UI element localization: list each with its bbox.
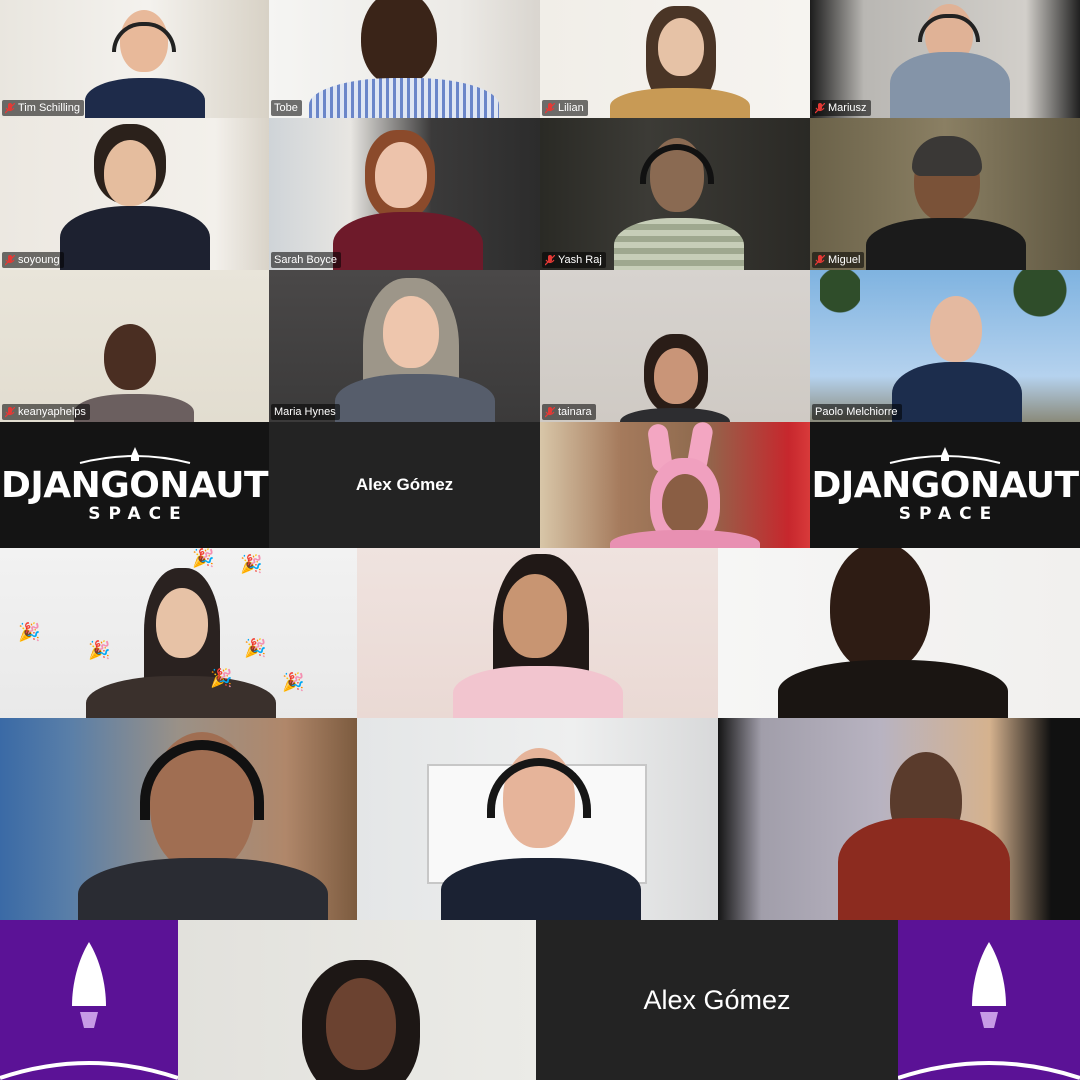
video-feed <box>718 718 1080 920</box>
participant-name-tag: Paolo Melchiorre <box>812 404 902 420</box>
participant-name-tag: tainara <box>542 404 596 420</box>
party-popper-icon: 🎉 <box>210 668 233 688</box>
party-popper-icon: 🎉 <box>88 640 111 660</box>
video-feed <box>178 920 536 1080</box>
mic-muted-icon <box>545 102 555 113</box>
participant-name: soyoung <box>18 254 60 266</box>
video-tile-soyoung[interactable]: soyoung <box>0 118 269 270</box>
video-feed <box>357 548 718 718</box>
brand-tile-purple-left <box>0 920 178 1080</box>
video-feed <box>269 118 540 270</box>
mic-muted-icon <box>5 102 15 113</box>
participant-name: Yash Raj <box>558 254 602 266</box>
rocket-icon <box>79 447 190 464</box>
participant-name: Mariusz <box>828 102 867 114</box>
video-tile-bunny-hood[interactable] <box>540 422 810 548</box>
participant-name-tag: Maria Hynes <box>271 404 340 420</box>
video-feed <box>269 270 540 422</box>
participant-name-tag: soyoung <box>2 252 64 268</box>
video-feed <box>269 0 540 118</box>
video-feed <box>718 548 1080 718</box>
purple-brand-panel <box>898 920 1080 1080</box>
mic-muted-icon <box>815 254 825 265</box>
party-popper-icon: 🎉 <box>244 638 267 658</box>
participant-name: Tim Schilling <box>18 102 80 114</box>
video-tile-paolo-melchiorre[interactable]: Paolo Melchiorre <box>810 270 1080 422</box>
mic-muted-icon <box>545 254 555 265</box>
participant-name-tag: Tobe <box>271 100 302 116</box>
mic-muted-icon <box>545 406 555 417</box>
participant-name-center: Alex Gómez <box>355 475 454 494</box>
video-tile-tim-schilling[interactable]: Tim Schilling <box>0 0 269 118</box>
video-tile-mariusz[interactable]: Mariusz <box>810 0 1080 118</box>
video-tile-lilian[interactable]: Lilian <box>540 0 810 118</box>
video-tile-tim-large[interactable] <box>357 718 718 920</box>
mic-muted-icon <box>815 102 825 113</box>
participant-name: Miguel <box>828 254 861 266</box>
video-tile-alex-gomez-off[interactable]: Alex Gómez <box>269 422 540 548</box>
mic-muted-icon <box>5 406 15 417</box>
brand-word: DJANGONAUT <box>811 465 1079 506</box>
brand-tile-right: DJANGONAUT SPACE <box>810 422 1080 548</box>
video-feed <box>357 718 718 920</box>
video-feed <box>0 718 357 920</box>
video-tile-maria-hynes[interactable]: Maria Hynes <box>269 270 540 422</box>
brand-word: DJANGONAUT <box>0 465 269 506</box>
brand-tile-purple-right <box>898 920 1080 1080</box>
video-feed <box>0 270 269 422</box>
video-feed <box>540 422 810 548</box>
video-feed <box>0 118 269 270</box>
participant-name: Lilian <box>558 102 584 114</box>
video-tile-tobe[interactable]: Tobe <box>269 0 540 118</box>
brand-tile-left: DJANGONAUT SPACE <box>0 422 269 548</box>
video-tile-red-hoodie[interactable] <box>718 718 1080 920</box>
video-tile-curly-hair-woman[interactable] <box>178 920 536 1080</box>
rocket-icon <box>898 942 1080 1080</box>
video-feed <box>810 118 1080 270</box>
video-tile-tobe-large[interactable] <box>718 548 1080 718</box>
participant-name-tag: Sarah Boyce <box>271 252 341 268</box>
video-tile-glasses-woman[interactable] <box>357 548 718 718</box>
participant-name-tag: keanyaphelps <box>2 404 90 420</box>
video-feed: 🎉 🎉 🎉 🎉 🎉 🎉 🎉 <box>0 548 357 718</box>
mic-muted-icon <box>5 254 15 265</box>
participant-name-tag: Lilian <box>542 100 588 116</box>
video-feed <box>540 270 810 422</box>
video-tile-yash-raj[interactable]: Yash Raj <box>540 118 810 270</box>
rocket-icon <box>889 447 1001 464</box>
djangonaut-space-logo: DJANGONAUT SPACE <box>810 422 1080 548</box>
video-feed <box>540 118 810 270</box>
video-tile-sarah-boyce[interactable]: Sarah Boyce <box>269 118 540 270</box>
video-tile-party-effect[interactable]: 🎉 🎉 🎉 🎉 🎉 🎉 🎉 <box>0 548 357 718</box>
participant-name: tainara <box>558 406 592 418</box>
participant-name: Tobe <box>274 102 298 114</box>
party-popper-icon: 🎉 <box>240 554 263 574</box>
participant-name: Sarah Boyce <box>274 254 337 266</box>
participant-name-tag: Yash Raj <box>542 252 606 268</box>
video-feed <box>810 270 1080 422</box>
participant-name: keanyaphelps <box>18 406 86 418</box>
participant-name: Maria Hynes <box>274 406 336 418</box>
video-tile-keanyaphelps[interactable]: keanyaphelps <box>0 270 269 422</box>
participant-name-tag: Miguel <box>812 252 865 268</box>
participant-name-center: Alex Gómez <box>643 984 791 1015</box>
brand-sub: SPACE <box>898 504 1000 524</box>
video-tile-miguel[interactable]: Miguel <box>810 118 1080 270</box>
brand-sub: SPACE <box>88 504 189 524</box>
video-tile-headphones-man[interactable] <box>0 718 357 920</box>
party-popper-icon: 🎉 <box>192 548 215 568</box>
rocket-icon <box>0 942 178 1080</box>
video-tile-tainara[interactable]: tainara <box>540 270 810 422</box>
participant-name-tag: Mariusz <box>812 100 871 116</box>
video-tile-alex-gomez-off-2[interactable]: Alex Gómez <box>536 920 898 1080</box>
party-popper-icon: 🎉 <box>282 672 305 692</box>
djangonaut-space-logo: DJANGONAUT SPACE <box>0 422 269 548</box>
participant-name: Paolo Melchiorre <box>815 406 898 418</box>
party-popper-icon: 🎉 <box>18 622 41 642</box>
participant-name-tag: Tim Schilling <box>2 100 84 116</box>
purple-brand-panel <box>0 920 178 1080</box>
